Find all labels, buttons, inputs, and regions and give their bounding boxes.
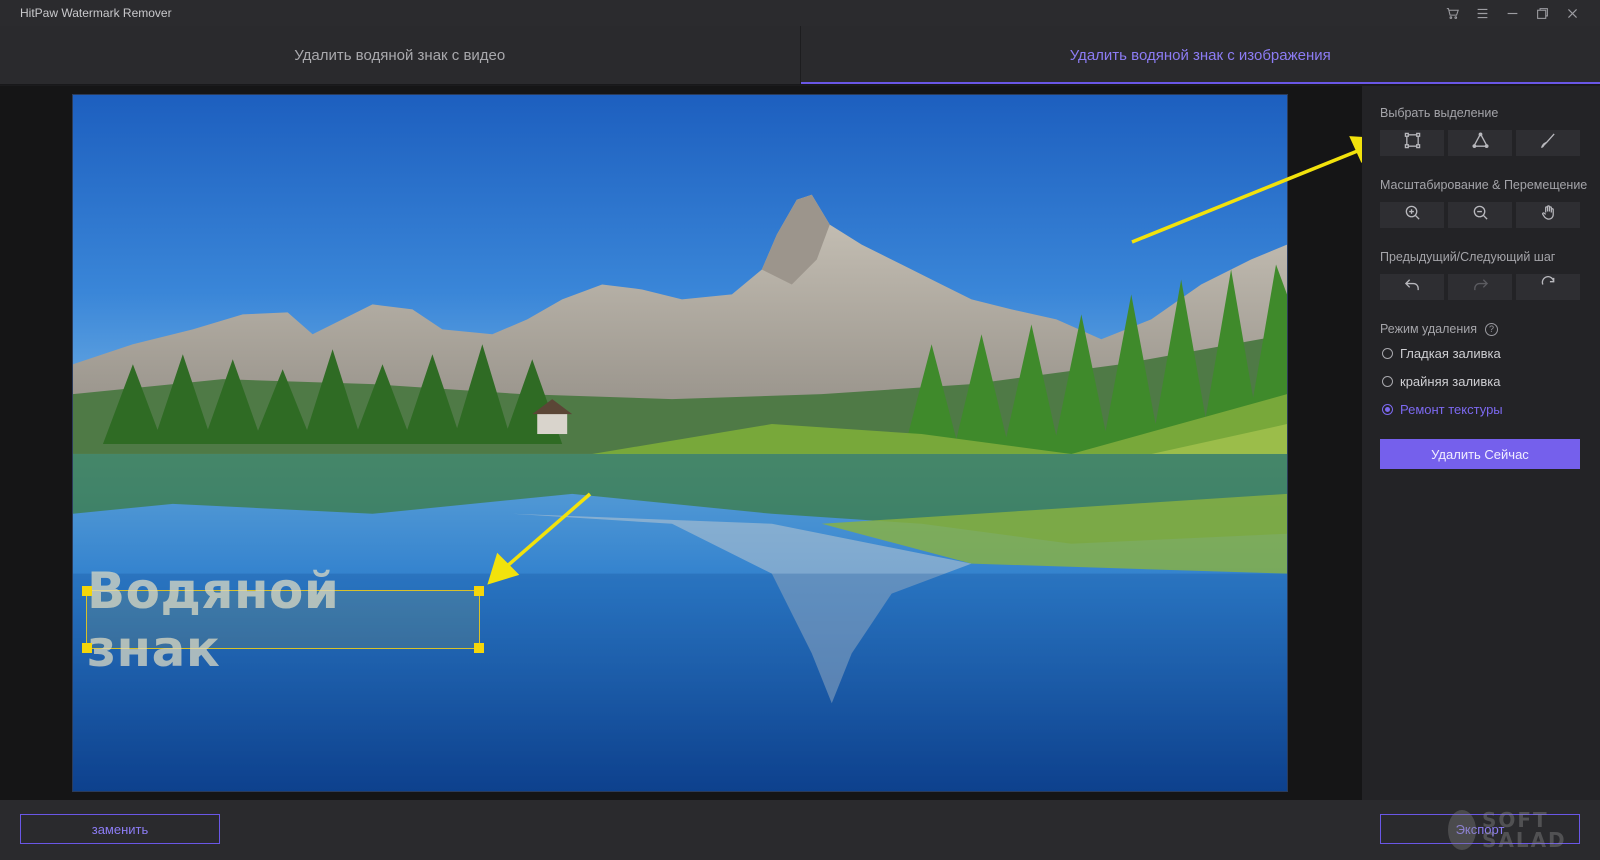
- site-watermark-logo: SOFT SALAD: [1448, 804, 1594, 856]
- hand-icon: [1540, 204, 1557, 226]
- close-icon[interactable]: [1564, 5, 1580, 21]
- radio-smooth[interactable]: [1382, 348, 1393, 359]
- landscape-image[interactable]: [72, 94, 1288, 792]
- mode-tabs: Удалить водяной знак с видео Удалить вод…: [0, 26, 1600, 85]
- reset-button[interactable]: [1516, 274, 1580, 300]
- resize-handle-bottom-left[interactable]: [82, 643, 92, 653]
- bottom-bar: заменить Экспорт SOFT SALAD: [0, 800, 1600, 860]
- help-icon[interactable]: ?: [1485, 322, 1498, 336]
- cart-icon[interactable]: [1444, 5, 1460, 21]
- mode-option-edge[interactable]: крайняя заливка: [1382, 374, 1582, 389]
- app-title: HitPaw Watermark Remover: [20, 6, 172, 20]
- radio-texture[interactable]: [1382, 404, 1393, 415]
- reset-icon: [1540, 276, 1557, 298]
- replace-button[interactable]: заменить: [20, 814, 220, 844]
- window-controls: [1444, 0, 1580, 26]
- logo-text: SOFT SALAD: [1481, 808, 1567, 852]
- image-canvas: Водяной знак: [0, 86, 1362, 800]
- zoom-in-button[interactable]: [1380, 202, 1444, 228]
- mode-option-label: крайняя заливка: [1400, 374, 1501, 389]
- mode-option-label: Гладкая заливка: [1400, 346, 1501, 361]
- rectangle-select-icon: [1404, 132, 1421, 154]
- minimize-icon[interactable]: [1504, 5, 1520, 21]
- mode-option-texture[interactable]: Ремонт текстуры: [1382, 402, 1582, 417]
- step-tools: [1380, 274, 1582, 300]
- remove-now-button[interactable]: Удалить Сейчас: [1380, 439, 1580, 469]
- title-bar: HitPaw Watermark Remover: [0, 0, 1600, 26]
- zoom-out-button[interactable]: [1448, 202, 1512, 228]
- tool-panel: Выбрать выделение Масштабирование & Пере…: [1362, 86, 1600, 800]
- brush-icon: [1540, 132, 1557, 154]
- zoom-section-label: Масштабирование & Перемещение: [1380, 178, 1588, 192]
- undo-button[interactable]: [1380, 274, 1444, 300]
- pan-button[interactable]: [1516, 202, 1580, 228]
- undo-icon: [1404, 276, 1421, 298]
- mode-option-smooth[interactable]: Гладкая заливка: [1382, 346, 1582, 361]
- select-tools: [1380, 130, 1582, 156]
- removal-mode-text: Режим удаления: [1380, 322, 1477, 336]
- watermark-selection-box[interactable]: Водяной знак: [82, 561, 484, 678]
- brush-select-button[interactable]: [1516, 130, 1580, 156]
- radio-edge[interactable]: [1382, 376, 1393, 387]
- mode-option-label: Ремонт текстуры: [1400, 402, 1503, 417]
- restore-icon[interactable]: [1534, 5, 1550, 21]
- logo-circle-icon: [1448, 810, 1476, 850]
- watermark-text: Водяной знак: [87, 561, 340, 678]
- tab-video[interactable]: Удалить водяной знак с видео: [0, 26, 801, 84]
- removal-mode-label: Режим удаления ?: [1380, 322, 1582, 336]
- resize-handle-top-right[interactable]: [474, 586, 484, 596]
- menu-icon[interactable]: [1474, 5, 1490, 21]
- zoom-out-icon: [1472, 204, 1489, 226]
- step-section-label: Предыдущий/Следующий шаг: [1380, 250, 1556, 264]
- redo-button[interactable]: [1448, 274, 1512, 300]
- tab-image[interactable]: Удалить водяной знак с изображения: [800, 26, 1600, 84]
- resize-handle-top-left[interactable]: [82, 586, 92, 596]
- rectangle-select-button[interactable]: [1380, 130, 1444, 156]
- redo-icon: [1472, 276, 1489, 298]
- polygon-select-button[interactable]: [1448, 130, 1512, 156]
- resize-handle-bottom-right[interactable]: [474, 643, 484, 653]
- zoom-tools: [1380, 202, 1582, 228]
- select-section-label: Выбрать выделение: [1380, 106, 1499, 120]
- polygon-select-icon: [1471, 132, 1489, 154]
- zoom-in-icon: [1404, 204, 1421, 226]
